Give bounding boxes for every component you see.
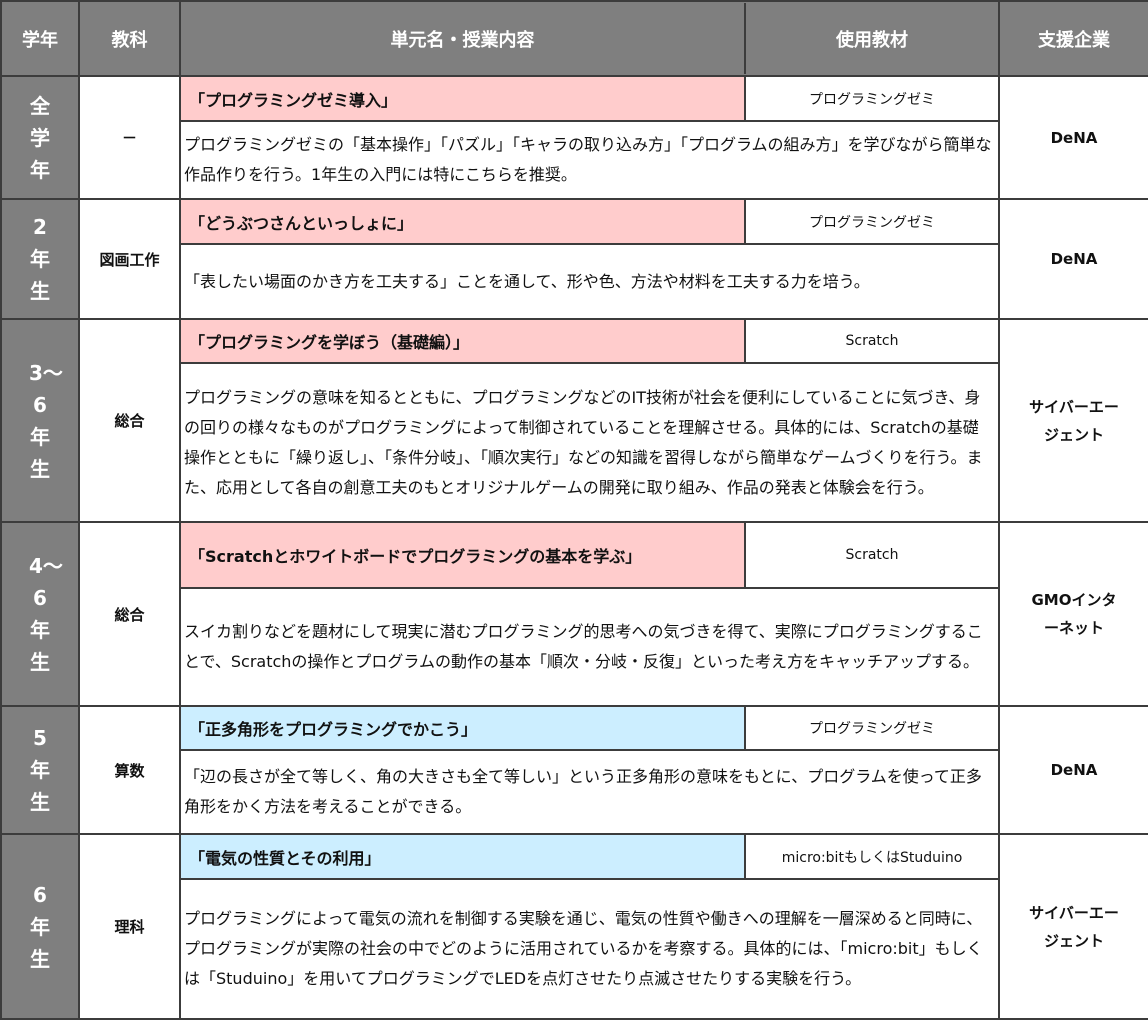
subject-cell: 図画工作 [78,198,181,320]
table-row: 3〜6年生 総合 「プログラミングを学ぼう（基礎編）」 Scratch サイバーエージェ… [0,318,1148,523]
unit-title: 「正多角形をプログラミングでかこう」 [179,705,746,751]
grade-cell: 全学年 [0,75,80,200]
subject-cell: － [78,75,181,200]
subject-cell: 総合 [78,318,181,523]
unit-title: 「プログラミングゼミ導入」 [179,75,746,122]
table-header-row: 学年 教科 単元名・授業内容 使用教材 支援企業 [0,0,1148,77]
unit-title: 「プログラミングを学ぼう（基礎編）」 [179,318,746,364]
grade-cell: 2年生 [0,198,80,320]
table-body: 全学年－「プログラミングゼミ導入」 プログラミングゼミ DeNA プログラミングゼミの… [0,75,1148,1020]
grade-label: 4〜6年生 [29,554,63,674]
header-unit-label: 単元名・授業内容 [181,3,746,74]
grade-label: 3〜6年生 [29,360,63,481]
table-row: 6年生 理科 「電気の性質とその利用」 micro:bitもしくはStuduino サイ… [0,833,1148,1020]
company-cell: サイバーエージェント [998,833,1148,1020]
company-label: GMOインターネット [1031,591,1117,637]
material-cell: Scratch [744,521,1000,589]
material-cell: プログラミングゼミ [744,705,1000,751]
company-cell: DeNA [998,75,1148,200]
unit-title: 「どうぶつさんといっしょに」 [179,198,746,245]
company-cell: DeNA [998,705,1148,835]
unit-description: スイカ割りなどを題材にして現実に潜むプログラミング的思考への気づきを得て、実際に… [179,587,1000,707]
company-cell: GMOインターネット [998,521,1148,707]
grade-label: 全学年 [30,93,50,182]
company-label: DeNA [1050,761,1098,779]
unit-description: プログラミングの意味を知るとともに、プログラミングなどのIT技術が社会を便利にし… [179,362,1000,523]
material-cell: プログラミングゼミ [744,75,1000,122]
material-cell: プログラミングゼミ [744,198,1000,245]
unit-description: 「表したい場面のかき方を工夫する」ことを通して、形や色、方法や材料を工夫する力を… [179,243,1000,320]
header-unit: 単元名・授業内容 使用教材 [179,0,1000,77]
table-row: 2年生 図画工作 「どうぶつさんといっしょに」 プログラミングゼミ DeNA [0,198,1148,320]
company-cell: DeNA [998,198,1148,320]
unit-description: プログラミングゼミの「基本操作」「パズル」「キャラの取り込み方」「プログラムの組… [179,120,1000,200]
table-row: 全学年 －「プログラミングゼミ導入」 プログラミングゼミ DeNA [0,75,1148,200]
material-cell: Scratch [744,318,1000,364]
subject-cell: 算数 [78,705,181,835]
subject-cell: 総合 [78,521,181,707]
header-subject: 教科 [78,0,181,77]
material-cell: micro:bitもしくはStuduino [744,833,1000,880]
header-material-label: 使用教材 [836,29,908,51]
company-label: DeNA [1050,250,1098,268]
grade-cell: 6年生 [0,833,80,1020]
grade-cell: 3〜6年生 [0,318,80,523]
subject-cell: 理科 [78,833,181,1020]
company-label: DeNA [1050,128,1098,147]
company-label: サイバーエージェント [1029,397,1119,444]
curriculum-table: 学年 教科 単元名・授業内容 使用教材 支援企業 全学年 －「プログラミングゼミ導… [0,0,1148,1020]
grade-label: 6年生 [30,882,50,971]
header-company: 支援企業 [998,0,1148,77]
grade-cell: 5年生 [0,705,80,835]
table-row: 4〜6年生 総合 「Scratchとホワイトボードでプログラミングの基本を学ぶ」 Sc… [0,521,1148,707]
grade-cell: 4〜6年生 [0,521,80,707]
unit-description: プログラミングによって電気の流れを制御する実験を通じ、電気の性質や働きへの理解を… [179,878,1000,1020]
unit-title: 「電気の性質とその利用」 [179,833,746,880]
header-grade: 学年 [0,0,80,77]
table-row: 5年生 算数 「正多角形をプログラミングでかこう」 プログラミングゼミ DeNA [0,705,1148,835]
grade-label: 5年生 [30,726,50,814]
grade-label: 2年生 [30,215,50,303]
unit-description: 「辺の長さが全て等しく、角の大きさも全て等しい」という正多角形の意味をもとに、プ… [179,749,1000,835]
company-cell: サイバーエージェント [998,318,1148,523]
unit-title: 「Scratchとホワイトボードでプログラミングの基本を学ぶ」 [179,521,746,589]
company-label: サイバーエージェント [1029,903,1119,950]
